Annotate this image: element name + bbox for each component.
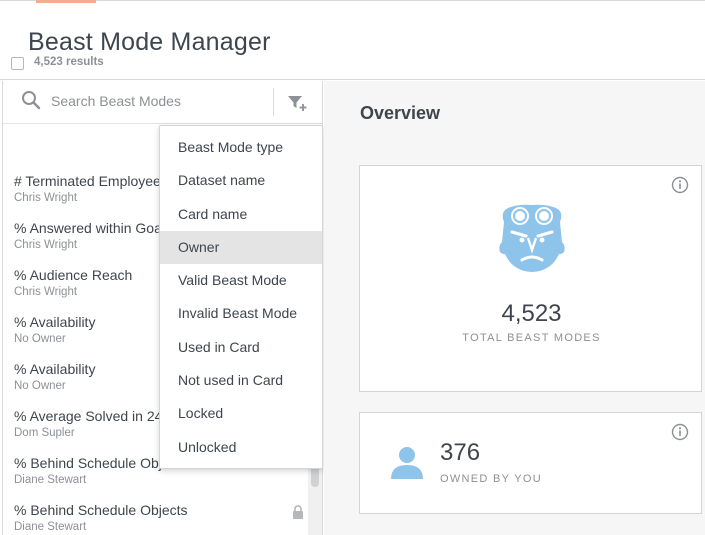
page-title: Beast Mode Manager — [28, 28, 271, 56]
filter-menu-item[interactable]: Dataset name — [160, 164, 322, 197]
beast-mode-owner: Diane Stewart — [14, 521, 87, 533]
filter-dropdown-menu: Beast Mode type Dataset name Card name Owne… — [159, 125, 323, 469]
lock-icon — [293, 505, 303, 519]
beast-mode-logo-icon — [499, 204, 565, 272]
filter-menu-item[interactable]: Card name — [160, 198, 322, 231]
filter-add-icon — [288, 96, 307, 111]
filter-menu-item[interactable]: Unlocked — [160, 431, 322, 464]
filter-button[interactable] — [285, 91, 309, 115]
filter-menu-item[interactable]: Invalid Beast Mode — [160, 297, 322, 330]
filter-menu-item[interactable]: Used in Card — [160, 331, 322, 364]
total-beast-modes-card: 4,523 TOTAL BEAST MODES — [359, 165, 702, 392]
overview-panel: Overview 4,523 TOTAL BEAST MODES 376 OWN… — [324, 81, 705, 535]
info-icon[interactable] — [671, 176, 689, 194]
filter-menu-item[interactable]: Valid Beast Mode — [160, 264, 322, 297]
filter-menu-item[interactable]: Not used in Card — [160, 364, 322, 397]
active-tab-indicator — [36, 0, 96, 3]
total-beast-modes-value: 4,523 — [501, 300, 562, 327]
search-input[interactable] — [51, 89, 261, 113]
user-icon — [391, 447, 423, 479]
owned-by-you-value: 376 — [440, 439, 481, 466]
page-header: Beast Mode Manager — [0, 0, 705, 80]
list-item[interactable]: % Behind Schedule Objects Diane Stewart — [3, 496, 308, 535]
info-icon[interactable] — [671, 423, 689, 441]
owned-by-you-label: OWNED BY YOU — [440, 473, 542, 485]
select-all-checkbox[interactable] — [11, 57, 24, 70]
beast-mode-owner: Diane Stewart — [14, 474, 87, 486]
beast-mode-name: % Behind Schedule Objects — [14, 502, 188, 518]
overview-title: Overview — [360, 103, 441, 123]
filter-menu-item[interactable]: Beast Mode type — [160, 131, 322, 164]
filter-menu-item[interactable]: Locked — [160, 397, 322, 430]
search-divider — [273, 88, 274, 116]
results-count: 4,523 results — [34, 56, 104, 68]
search-icon — [22, 91, 41, 110]
filter-menu-item[interactable]: Owner — [160, 230, 322, 265]
search-bar — [3, 81, 322, 124]
owned-by-you-card: 376 OWNED BY YOU — [359, 412, 702, 514]
total-beast-modes-label: TOTAL BEAST MODES — [462, 332, 601, 344]
top-border — [0, 0, 705, 1]
